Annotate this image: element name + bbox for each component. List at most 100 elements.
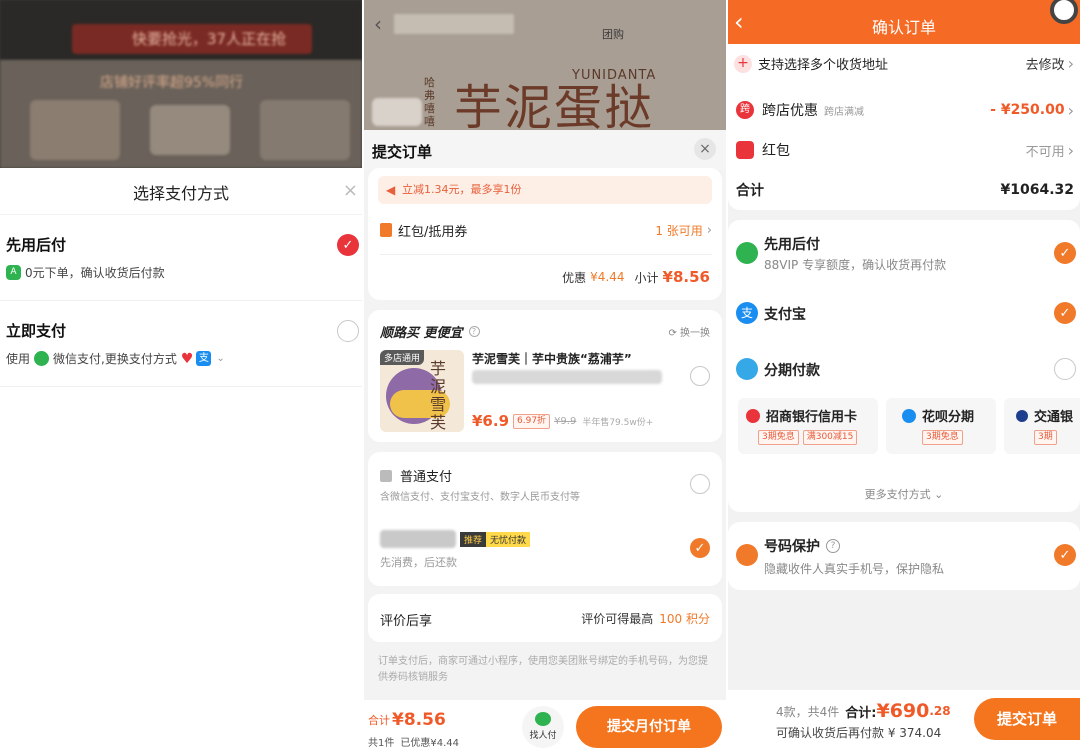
- checked-icon[interactable]: ✓: [337, 234, 359, 256]
- back-icon[interactable]: ‹: [374, 12, 382, 36]
- notice-text: 订单支付后，商家可通过小程序，使用您美团账号绑定的手机号码，为您提供券码核销服务: [378, 656, 708, 683]
- option-title: 先用后付: [6, 236, 67, 254]
- option-desc-suffix: ,更换支付方式: [101, 352, 177, 366]
- review-points: 100 积分: [659, 612, 710, 626]
- coupon-row[interactable]: 红包/抵用券 1 张可用 ›: [380, 220, 712, 240]
- speaker-icon: ◀: [386, 183, 396, 197]
- pay-monthly-option[interactable]: 推荐 无忧付款 先消费，后还款 ✓: [368, 520, 722, 582]
- pay-monthly-desc: 先消费，后还款: [380, 556, 457, 569]
- checked-icon[interactable]: ✓: [1054, 302, 1076, 324]
- page-title: 确认订单: [871, 18, 936, 37]
- total-value: ¥1064.32: [1000, 182, 1074, 198]
- product-select-radio[interactable]: [690, 366, 710, 386]
- panel-confirm-order: ‹ 确认订单 + 支持选择多个收货地址 去修改 › 跨 跨店优惠 跨店满减 - …: [728, 0, 1080, 754]
- address-action[interactable]: 去修改: [1026, 54, 1065, 73]
- panel-submit-order: ‹ 团购 芋泥蛋挞 YUNIDANTA 哈弗嘻嘻 提交订单 × ◀ 立减1.34…: [364, 0, 726, 754]
- friend-pay-button[interactable]: 找人付: [522, 706, 564, 748]
- header-bar: ‹ 确认订单: [728, 0, 1080, 46]
- submit-order-button[interactable]: 提交月付订单: [576, 706, 722, 748]
- order-info-card: + 支持选择多个收货地址 去修改 › 跨 跨店优惠 跨店满减 - ¥250.00…: [728, 44, 1080, 210]
- badge-icon: A: [6, 265, 21, 280]
- coupon-value: 1 张可用: [655, 223, 703, 238]
- privacy-card: 号码保护 ? 隐藏收件人真实手机号，保护隐私 ✓: [728, 522, 1080, 590]
- pay-normal-option[interactable]: 普通支付 含微信支付、支付宝支付、数字人民币支付等: [368, 452, 722, 514]
- cross-store-row[interactable]: 跨 跨店优惠 跨店满减 - ¥250.00 ›: [736, 100, 1074, 120]
- submit-order-button[interactable]: 提交订单: [974, 698, 1080, 740]
- more-methods-button[interactable]: 更多支付方式 ⌄: [728, 486, 1080, 502]
- chevron-right-icon: ›: [1067, 54, 1074, 73]
- installment-card-huabei[interactable]: 花呗分期 3期免息: [886, 398, 996, 454]
- order-footer: 合计 ¥8.56 共1件 已优惠¥4.44 找人付 提交月付订单: [364, 700, 726, 754]
- heart-icon: ♥: [180, 350, 194, 367]
- option-desc-mid: 微信支付: [53, 352, 102, 366]
- checked-icon[interactable]: ✓: [690, 538, 710, 558]
- bank-icon: [746, 408, 760, 423]
- installment-card-bocom[interactable]: 交通银 3期: [1004, 398, 1080, 454]
- payment-sheet: 选择支付方式 × 先用后付 A 0元下单，确认收货后付款 ✓ 立即支付 使用 微…: [0, 168, 362, 754]
- checked-icon[interactable]: ✓: [1054, 544, 1076, 566]
- addon-title: 顺路买 更便宜: [380, 326, 463, 341]
- review-reward-card: 评价后享 评价可得最高 100 积分: [368, 594, 722, 642]
- option-pay-later[interactable]: 先用后付 A 0元下单，确认收货后付款 ✓: [0, 216, 362, 300]
- chevron-down-icon: ⌄: [934, 488, 944, 501]
- product-badge: 多店通用: [380, 350, 425, 365]
- info-icon[interactable]: ?: [468, 326, 480, 337]
- sheet-title: 提交订单: [372, 143, 433, 161]
- background-page: ‹ 团购 芋泥蛋挞 YUNIDANTA 哈弗嘻嘻: [364, 0, 726, 130]
- product-image[interactable]: 芋泥雪芙 多店通用: [380, 350, 464, 432]
- top-tab[interactable]: 团购: [602, 26, 624, 42]
- option-pay-now[interactable]: 立即支付 使用 微信支付 ,更换支付方式 ♥ 支 ⌄: [0, 302, 362, 386]
- review-label: 评价后享: [380, 614, 433, 629]
- order-footer: 4款，共4件 合计: ¥690 .28 可确认收货后再付款 ¥ 374.04 提…: [728, 690, 1080, 754]
- sheet-header: 提交订单 ×: [364, 130, 726, 170]
- option-title: 立即支付: [6, 322, 67, 340]
- unchecked-icon[interactable]: [337, 320, 359, 342]
- wechat-icon: [535, 712, 551, 726]
- flash-sale-banner: 快要抢光，37人正在抢: [72, 24, 312, 54]
- privacy-title: 号码保护: [764, 539, 820, 555]
- sheet-title: 选择支付方式: [132, 184, 229, 203]
- pay-option-alipay[interactable]: 支 支付宝 ✓: [728, 298, 1080, 328]
- switch-button[interactable]: ⟳ 换一换: [668, 324, 710, 339]
- chevron-right-icon: ›: [1067, 140, 1074, 160]
- addon-card: 顺路买 更便宜 ? ⟳ 换一换 芋泥雪芙 多店通用 芋泥雪芙｜芋中贵族“荔浦芋”…: [368, 310, 722, 442]
- promo-banner: ◀ 立减1.34元，最多享1份: [378, 176, 712, 204]
- address-row[interactable]: + 支持选择多个收货地址 去修改 ›: [734, 54, 1074, 73]
- total-label: 合计: [736, 183, 764, 199]
- phone-shield-icon: [736, 544, 758, 566]
- redpacket-icon: [736, 141, 754, 159]
- close-icon[interactable]: ×: [343, 180, 358, 201]
- panel-select-payment: 快要抢光，37人正在抢 店铺好评率超95%同行 选择支付方式 × 先用后付 A …: [0, 0, 362, 754]
- unchecked-icon[interactable]: [1054, 358, 1076, 380]
- payment-method-card: 普通支付 含微信支付、支付宝支付、数字人民币支付等 推荐 无忧付款 先消费，后还…: [368, 452, 722, 586]
- footer-later: 可确认收货后再付款 ¥ 374.04: [776, 726, 942, 740]
- footer-total: ¥8.56: [392, 710, 446, 730]
- checked-icon[interactable]: ✓: [1054, 242, 1076, 264]
- pay-option-later[interactable]: 先用后付 88VIP 专享额度，确认收货再付款 ✓: [728, 230, 1080, 280]
- wallet-icon: [736, 242, 758, 264]
- bg-side: 哈弗嘻嘻: [424, 76, 435, 128]
- installment-icon: [736, 358, 758, 380]
- pay-option-desc: 88VIP 专享额度，确认收货再付款: [764, 258, 947, 272]
- subtotal-value: ¥8.56: [662, 268, 710, 286]
- plus-icon: +: [734, 54, 752, 73]
- privacy-desc: 隐藏收件人真实手机号，保护隐私: [764, 562, 945, 576]
- installment-card-cmb[interactable]: 招商银行信用卡 3期免息 满300减15: [738, 398, 878, 454]
- chevron-down-icon[interactable]: ⌄: [216, 353, 224, 364]
- bank-icon: [1016, 409, 1028, 422]
- pay-normal-desc: 含微信支付、支付宝支付、数字人民币支付等: [380, 492, 580, 503]
- cross-store-value: - ¥250.00: [990, 102, 1065, 118]
- close-icon[interactable]: ×: [694, 138, 716, 160]
- huabei-icon: [902, 408, 916, 423]
- product-name: 芋泥雪芙｜芋中贵族“荔浦芋”: [472, 352, 632, 366]
- pay-option-installment[interactable]: 分期付款: [728, 354, 1080, 384]
- discount-icon: 跨: [736, 101, 754, 119]
- unchecked-icon[interactable]: [690, 474, 710, 494]
- footer-count: 4款，共4件: [776, 704, 840, 719]
- wechat-icon: [34, 351, 50, 366]
- redpacket-row[interactable]: 红包 不可用 ›: [736, 140, 1074, 160]
- alipay-icon: 支: [196, 351, 212, 366]
- order-summary-card: ◀ 立减1.34元，最多享1份 红包/抵用券 1 张可用 › 优惠 ¥4.44 …: [368, 168, 722, 300]
- info-icon[interactable]: ?: [826, 539, 840, 553]
- recommend-tag: 推荐: [460, 532, 487, 547]
